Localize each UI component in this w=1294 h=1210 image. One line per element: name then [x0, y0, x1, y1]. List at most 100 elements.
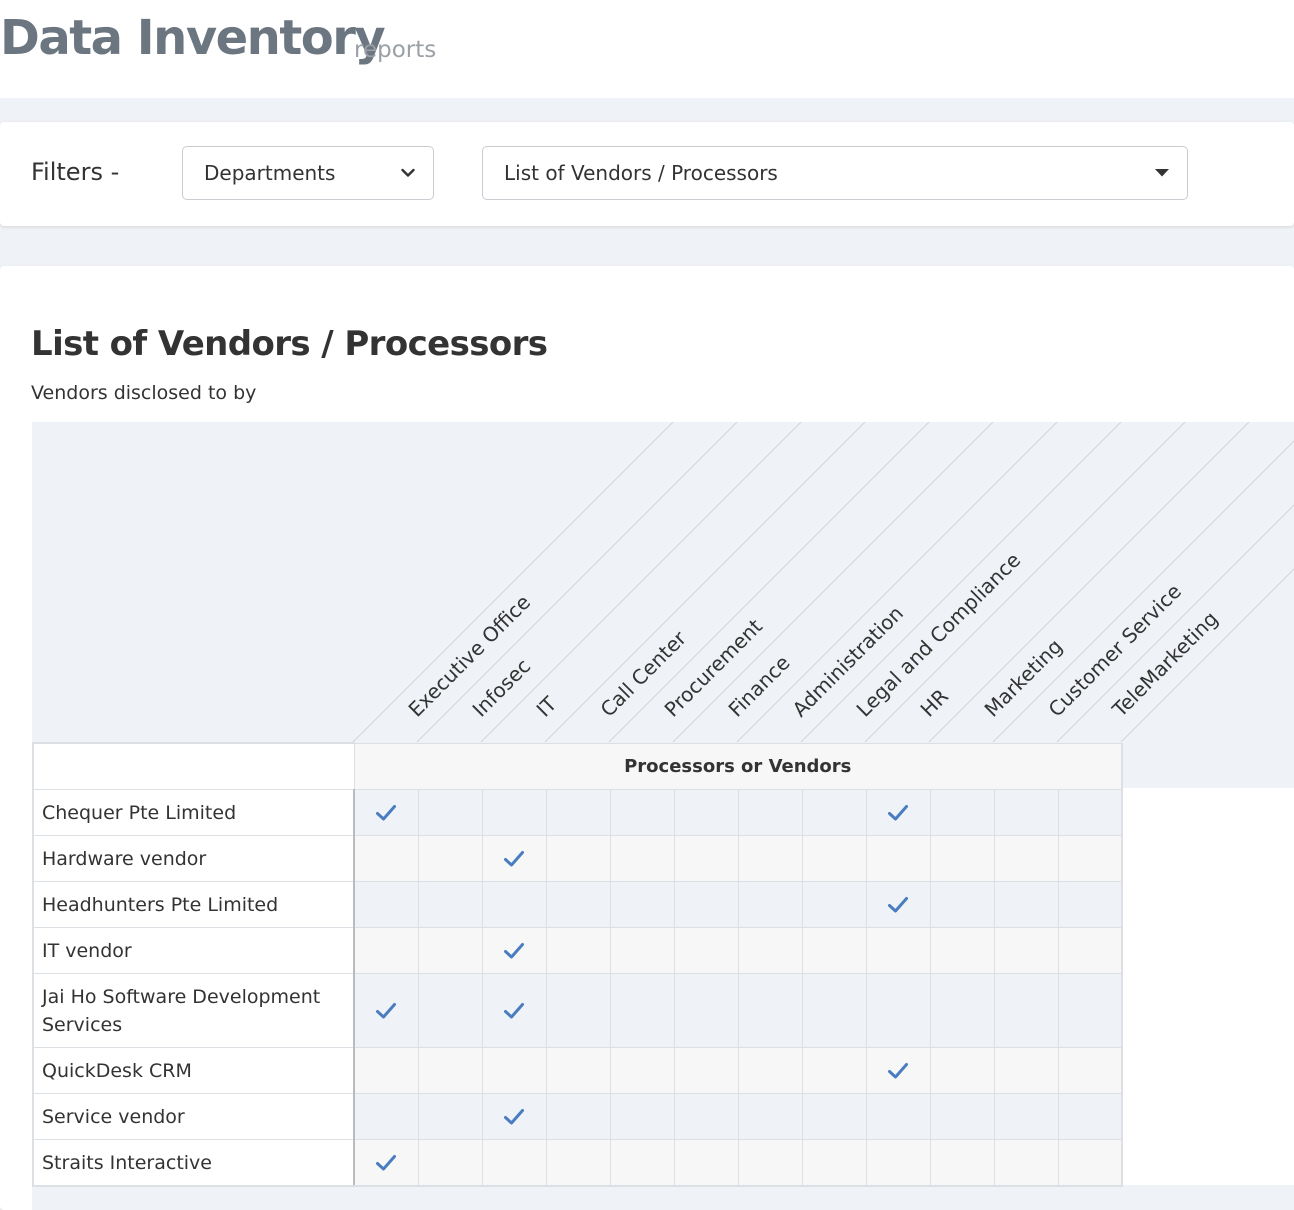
matrix-cell — [1057, 927, 1123, 974]
matrix-cell — [993, 1139, 1059, 1187]
check-icon — [375, 1153, 397, 1173]
matrix-cell — [929, 835, 995, 882]
matrix-cell — [545, 835, 611, 882]
matrix-cell — [609, 1139, 675, 1187]
matrix-cell — [417, 1093, 483, 1140]
matrix-cell — [929, 1047, 995, 1094]
department-header: IT — [532, 691, 562, 721]
matrix-cell — [737, 1139, 803, 1187]
matrix-cell — [929, 1093, 995, 1140]
check-icon — [887, 1061, 909, 1081]
matrix-cell — [929, 927, 995, 974]
matrix-cell — [545, 1093, 611, 1140]
matrix-cell — [481, 789, 547, 836]
matrix-cell — [673, 1093, 739, 1140]
check-icon — [375, 1001, 397, 1021]
matrix-cell — [993, 835, 1059, 882]
matrix-cell — [865, 881, 931, 928]
matrix-cell — [929, 881, 995, 928]
matrix-cell — [417, 1139, 483, 1187]
matrix-cell — [865, 973, 931, 1048]
matrix-cell — [353, 835, 419, 882]
matrix-cell — [609, 1093, 675, 1140]
matrix-cell — [545, 1047, 611, 1094]
matrix-cell — [545, 1139, 611, 1187]
matrix-cell — [865, 835, 931, 882]
matrix-cell — [609, 789, 675, 836]
matrix-cell — [929, 789, 995, 836]
matrix-cell — [737, 1047, 803, 1094]
matrix-cell — [737, 973, 803, 1048]
matrix-cell — [993, 789, 1059, 836]
matrix-cell — [353, 1047, 419, 1094]
vendor-name: Headhunters Pte Limited — [32, 881, 355, 928]
matrix-cell — [993, 927, 1059, 974]
header-divider-line — [1056, 504, 1294, 743]
matrix-cell — [929, 973, 995, 1048]
matrix-cell — [673, 1139, 739, 1187]
table-row: QuickDesk CRM — [32, 1047, 1123, 1094]
department-header: HR — [916, 684, 954, 722]
matrix-cell — [865, 927, 931, 974]
table-row: Jai Ho Software Development Services — [32, 973, 1123, 1048]
matrix-cell — [609, 881, 675, 928]
matrix-cell — [929, 1139, 995, 1187]
matrix-cell — [801, 1093, 867, 1140]
department-header: Administration — [788, 601, 908, 721]
matrix-cell — [545, 927, 611, 974]
matrix-cell — [417, 973, 483, 1048]
matrix-cell — [353, 927, 419, 974]
matrix-cell — [481, 927, 547, 974]
matrix-cell — [737, 789, 803, 836]
processors-or-vendors-header: Processors or Vendors — [353, 742, 1123, 790]
matrix-cell — [673, 927, 739, 974]
matrix-cell — [673, 1047, 739, 1094]
matrix-cell — [1057, 835, 1123, 882]
vendor-name: Chequer Pte Limited — [32, 789, 355, 836]
matrix-cell — [801, 835, 867, 882]
matrix-cell — [481, 1093, 547, 1140]
table-row: Hardware vendor — [32, 835, 1123, 882]
check-icon — [503, 1001, 525, 1021]
table-row: Chequer Pte Limited — [32, 789, 1123, 836]
table-row: IT vendor — [32, 927, 1123, 974]
check-icon — [503, 849, 525, 869]
matrix-cell — [353, 1093, 419, 1140]
matrix-cell — [353, 973, 419, 1048]
department-column-headers: Executive OfficeInfosecIT Call CenterProc… — [352, 421, 1294, 743]
matrix-cell — [1057, 881, 1123, 928]
check-icon — [503, 1107, 525, 1127]
matrix-cell — [1057, 789, 1123, 836]
matrix-cell — [673, 881, 739, 928]
matrix-cell — [673, 835, 739, 882]
check-icon — [375, 803, 397, 823]
vendor-name: Service vendor — [32, 1093, 355, 1140]
matrix-cell — [481, 973, 547, 1048]
check-icon — [887, 803, 909, 823]
matrix-cell — [545, 881, 611, 928]
vendor-name: QuickDesk CRM — [32, 1047, 355, 1094]
table-row: Service vendor — [32, 1093, 1123, 1140]
matrix-cell — [417, 789, 483, 836]
matrix-cell — [865, 789, 931, 836]
matrix-cell — [545, 973, 611, 1048]
matrix-footer-background — [32, 1185, 1294, 1210]
matrix-cell — [353, 1139, 419, 1187]
matrix-cell — [417, 1047, 483, 1094]
matrix-cell — [801, 927, 867, 974]
matrix-cell — [801, 973, 867, 1048]
matrix-cell — [673, 789, 739, 836]
matrix-cell — [609, 835, 675, 882]
matrix-cell — [673, 973, 739, 1048]
matrix-cell — [545, 789, 611, 836]
matrix-cell — [993, 973, 1059, 1048]
matrix-cell — [417, 927, 483, 974]
matrix-cell — [993, 1047, 1059, 1094]
vendor-name: Hardware vendor — [32, 835, 355, 882]
matrix-cell — [865, 1047, 931, 1094]
matrix-cell — [481, 881, 547, 928]
matrix-cell — [609, 1047, 675, 1094]
matrix-cell — [1057, 1139, 1123, 1187]
matrix-cell — [353, 789, 419, 836]
matrix-cell — [1057, 973, 1123, 1048]
